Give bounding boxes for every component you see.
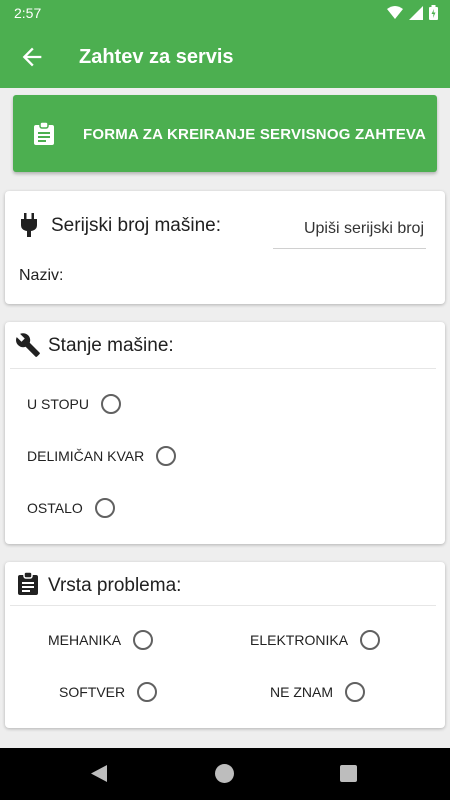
machine-condition-card: Stanje mašine: U STOPU DELIMIČAN KVAR OS… bbox=[5, 322, 445, 544]
radio-option-ostalo[interactable]: OSTALO bbox=[27, 498, 115, 518]
clipboard-icon bbox=[34, 122, 54, 145]
radio-label: OSTALO bbox=[27, 500, 83, 516]
condition-title: Stanje mašine: bbox=[48, 335, 174, 356]
machine-name-label: Naziv: bbox=[19, 267, 64, 284]
radio-button[interactable] bbox=[100, 394, 121, 414]
radio-button[interactable] bbox=[360, 630, 381, 650]
status-bar: 2:57 bbox=[0, 0, 450, 25]
divider bbox=[10, 605, 436, 606]
back-arrow-icon[interactable] bbox=[18, 43, 46, 71]
wrench-icon bbox=[16, 333, 40, 357]
machine-card: Serijski broj mašine: Naziv: bbox=[5, 191, 445, 304]
page-title: Zahtev za servis bbox=[79, 46, 234, 68]
nav-home-icon[interactable] bbox=[215, 764, 234, 783]
radio-button[interactable] bbox=[137, 682, 158, 702]
radio-button[interactable] bbox=[345, 682, 365, 702]
nav-back-icon[interactable] bbox=[90, 764, 108, 783]
radio-label: DELIMIČAN KVAR bbox=[27, 448, 145, 464]
divider bbox=[10, 368, 436, 369]
battery-icon bbox=[429, 5, 438, 20]
app-bar: Zahtev za servis bbox=[0, 25, 450, 88]
banner-text: FORMA ZA KREIRANJE SERVISNOG ZAHTEVA bbox=[83, 126, 427, 143]
radio-option-softver[interactable]: SOFTVER bbox=[59, 682, 158, 702]
serial-number-input[interactable] bbox=[273, 209, 426, 249]
serial-number-label: Serijski broj mašine: bbox=[51, 215, 221, 236]
status-time: 2:57 bbox=[14, 5, 42, 21]
wifi-icon bbox=[387, 5, 403, 19]
radio-label: MEHANIKA bbox=[48, 632, 122, 648]
radio-option-elektronika[interactable]: ELEKTRONIKA bbox=[250, 630, 381, 650]
radio-label: ELEKTRONIKA bbox=[250, 632, 349, 648]
plug-icon bbox=[21, 213, 37, 237]
signal-icon bbox=[409, 5, 423, 20]
status-icons bbox=[387, 5, 438, 20]
radio-label: NE ZNAM bbox=[270, 684, 333, 700]
form-banner: FORMA ZA KREIRANJE SERVISNOG ZAHTEVA bbox=[13, 95, 437, 172]
radio-option-u-stopu[interactable]: U STOPU bbox=[27, 394, 121, 414]
radio-option-mehanika[interactable]: MEHANIKA bbox=[48, 630, 154, 650]
radio-button[interactable] bbox=[156, 446, 177, 466]
radio-button[interactable] bbox=[94, 498, 115, 518]
clipboard-icon bbox=[18, 572, 38, 595]
problem-type-card: Vrsta problema: MEHANIKA ELEKTRONIKA SOF… bbox=[5, 562, 445, 728]
radio-option-delimican-kvar[interactable]: DELIMIČAN KVAR bbox=[27, 446, 177, 466]
problem-type-title: Vrsta problema: bbox=[48, 575, 182, 596]
nav-recents-icon[interactable] bbox=[340, 765, 357, 782]
radio-label: U STOPU bbox=[27, 396, 89, 412]
radio-option-ne-znam[interactable]: NE ZNAM bbox=[270, 682, 365, 702]
radio-button[interactable] bbox=[133, 630, 154, 650]
radio-label: SOFTVER bbox=[59, 684, 126, 700]
system-navigation-bar bbox=[0, 748, 450, 800]
